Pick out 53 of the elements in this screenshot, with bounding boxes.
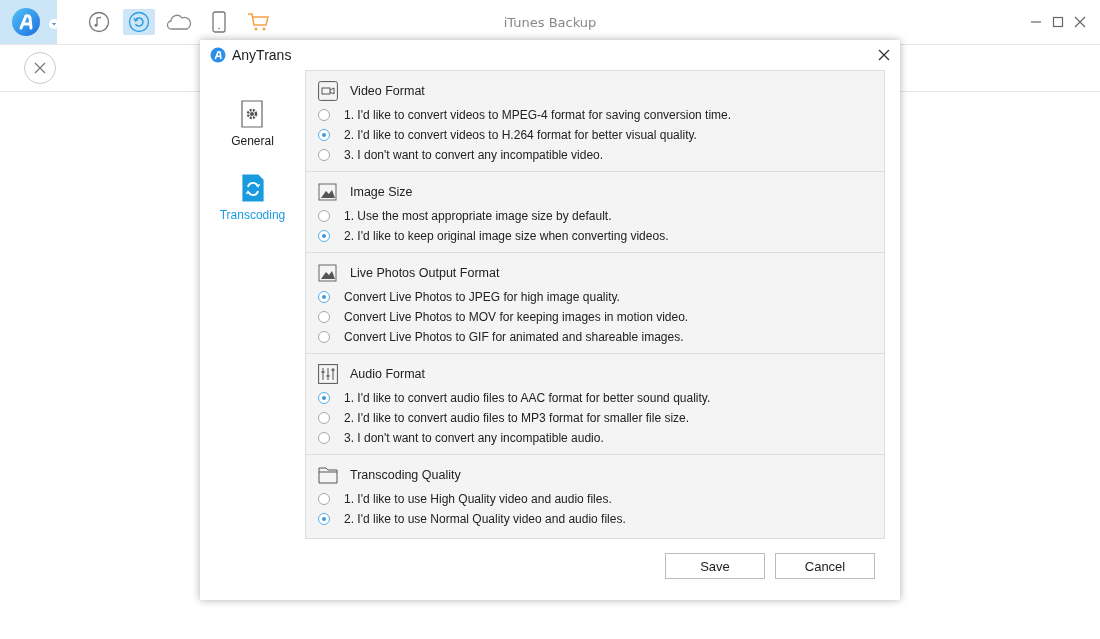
image-icon [318, 182, 338, 202]
dropdown-icon[interactable] [49, 19, 59, 29]
radio-button[interactable] [318, 311, 330, 323]
radio-option[interactable]: 2. I'd like to convert audio files to MP3 format for smaller file size. [318, 408, 872, 428]
close-icon[interactable] [1074, 16, 1086, 28]
close-icon[interactable] [878, 49, 890, 61]
sidebar-item[interactable]: General [231, 100, 274, 148]
sync-document-icon [241, 174, 264, 202]
dialog-title: AnyTrans [232, 47, 292, 63]
video-camera-icon [318, 81, 338, 101]
window-title: iTunes Backup [503, 14, 597, 30]
dialog-button[interactable]: Save [665, 553, 765, 579]
maximize-icon[interactable] [1052, 16, 1064, 28]
close-button[interactable] [24, 52, 56, 84]
radio-option[interactable]: 2. I'd like to convert videos to H.264 format for better visual quality. [318, 125, 872, 145]
radio-option[interactable]: 3. I don't want to convert any incompatible video. [318, 145, 872, 165]
section-title: Live Photos Output Format [350, 266, 500, 280]
dialog-button[interactable]: Cancel [775, 553, 875, 579]
radio-option[interactable]: 2. I'd like to use Normal Quality video and audio files. [318, 509, 872, 529]
radio-option[interactable]: 2. I'd like to keep original image size when converting videos. [318, 226, 872, 246]
radio-option[interactable]: Convert Live Photos to GIF for animated and shareable images. [318, 327, 872, 347]
folder-icon [318, 465, 338, 485]
radio-option[interactable]: 3. I don't want to convert any incompatible audio. [318, 428, 872, 448]
section-title: Video Format [350, 84, 425, 98]
radio-button[interactable] [318, 230, 330, 242]
equalizer-icon [318, 364, 338, 384]
app-logo-icon [11, 7, 41, 37]
app-logo-icon [210, 47, 226, 63]
close-icon [34, 62, 46, 74]
radio-option[interactable]: 1. I'd like to use High Quality video and audio files. [318, 489, 872, 509]
app-logo[interactable] [0, 0, 57, 44]
radio-button[interactable] [318, 109, 330, 121]
radio-button[interactable] [318, 291, 330, 303]
gear-document-icon [241, 100, 264, 128]
radio-button[interactable] [318, 513, 330, 525]
radio-option[interactable]: 1. I'd like to convert videos to MPEG-4 format for saving conversion time. [318, 105, 872, 125]
section-title: Audio Format [350, 367, 426, 381]
radio-button[interactable] [318, 493, 330, 505]
section-title: Image Size [350, 185, 413, 199]
radio-button[interactable] [318, 129, 330, 141]
radio-button[interactable] [318, 392, 330, 404]
radio-button[interactable] [318, 412, 330, 424]
radio-button[interactable] [318, 149, 330, 161]
radio-option[interactable]: 1. I'd like to convert audio files to AAC format for better sound quality. [318, 388, 872, 408]
radio-option[interactable]: Convert Live Photos to MOV for keeping images in motion video. [318, 307, 872, 327]
radio-button[interactable] [318, 432, 330, 444]
radio-option[interactable]: 1. Use the most appropriate image size by default. [318, 206, 872, 226]
section-title: Transcoding Quality [350, 468, 461, 482]
radio-option[interactable]: Convert Live Photos to JPEG for high image quality. [318, 287, 872, 307]
radio-button[interactable] [318, 331, 330, 343]
backup-icon[interactable] [123, 9, 155, 35]
image-icon [318, 263, 338, 283]
radio-button[interactable] [318, 210, 330, 222]
